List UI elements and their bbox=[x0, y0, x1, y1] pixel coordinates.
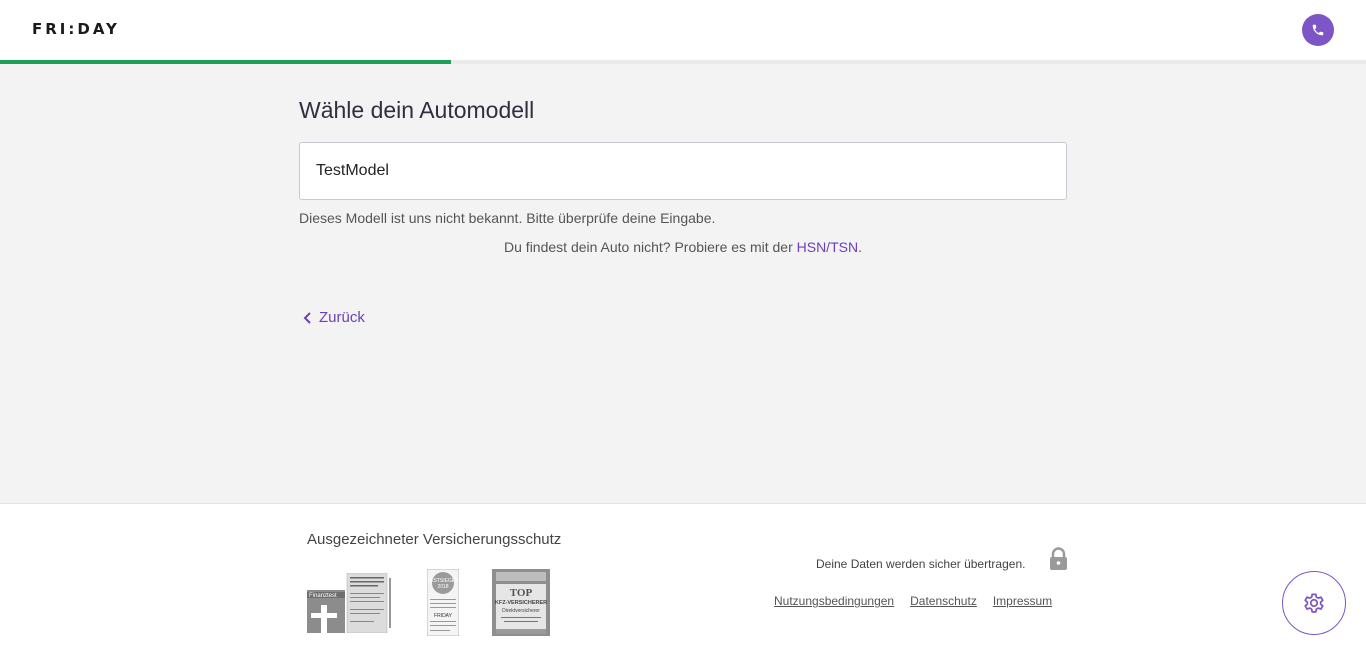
privacy-link[interactable]: Datenschutz bbox=[910, 594, 977, 608]
progress-bar bbox=[0, 60, 1366, 64]
testsieger-sublabel: FRIDAY bbox=[434, 613, 453, 619]
finanztest-badge: Finanztest bbox=[307, 573, 391, 633]
phone-button[interactable] bbox=[1302, 14, 1334, 46]
hint-suffix: . bbox=[858, 239, 862, 255]
friday-logo[interactable]: FRI:DAY bbox=[32, 20, 120, 38]
back-button[interactable]: Zurück bbox=[303, 309, 365, 326]
hsn-tsn-hint: Du findest dein Auto nicht? Probiere es … bbox=[299, 239, 1067, 255]
footer: Ausgezeichneter Versicherungsschutz Fina… bbox=[0, 503, 1366, 654]
lock-icon bbox=[1050, 547, 1067, 570]
imprint-link[interactable]: Impressum bbox=[993, 594, 1052, 608]
chevron-left-icon bbox=[303, 311, 311, 324]
gear-icon bbox=[1304, 593, 1324, 613]
secure-transfer-text: Deine Daten werden sicher übertragen. bbox=[816, 557, 1026, 571]
page-title: Wähle dein Automodell bbox=[299, 97, 535, 123]
focus-money-sublabel: Direktversicherer bbox=[502, 608, 540, 614]
terms-link[interactable]: Nutzungsbedingungen bbox=[774, 594, 894, 608]
car-model-input[interactable] bbox=[299, 142, 1067, 200]
hint-text: Du findest dein Auto nicht? Probiere es … bbox=[504, 239, 797, 255]
footer-links: Nutzungsbedingungen Datenschutz Impressu… bbox=[774, 594, 1052, 608]
testsieger-badge: TESTSIEGER 2018 FRIDAY bbox=[427, 569, 459, 636]
focus-money-badge: TOP KFZ-VERSICHERER Direktversicherer bbox=[492, 569, 550, 636]
finanztest-label: Finanztest bbox=[309, 593, 337, 599]
validation-error-message: Dieses Modell ist uns nicht bekannt. Bit… bbox=[299, 210, 716, 226]
progress-bar-fill bbox=[0, 60, 451, 64]
header: FRI:DAY bbox=[0, 0, 1366, 60]
svg-text:TOP: TOP bbox=[510, 587, 533, 599]
svg-text:KFZ-VERSICHERER: KFZ-VERSICHERER bbox=[495, 600, 547, 606]
awards-title: Ausgezeichneter Versicherungsschutz bbox=[307, 531, 562, 548]
svg-text:2018: 2018 bbox=[437, 584, 448, 590]
back-label: Zurück bbox=[319, 309, 365, 326]
phone-icon bbox=[1312, 24, 1324, 36]
hsn-tsn-link[interactable]: HSN/TSN bbox=[797, 239, 858, 255]
cookie-settings-button[interactable] bbox=[1282, 571, 1346, 635]
